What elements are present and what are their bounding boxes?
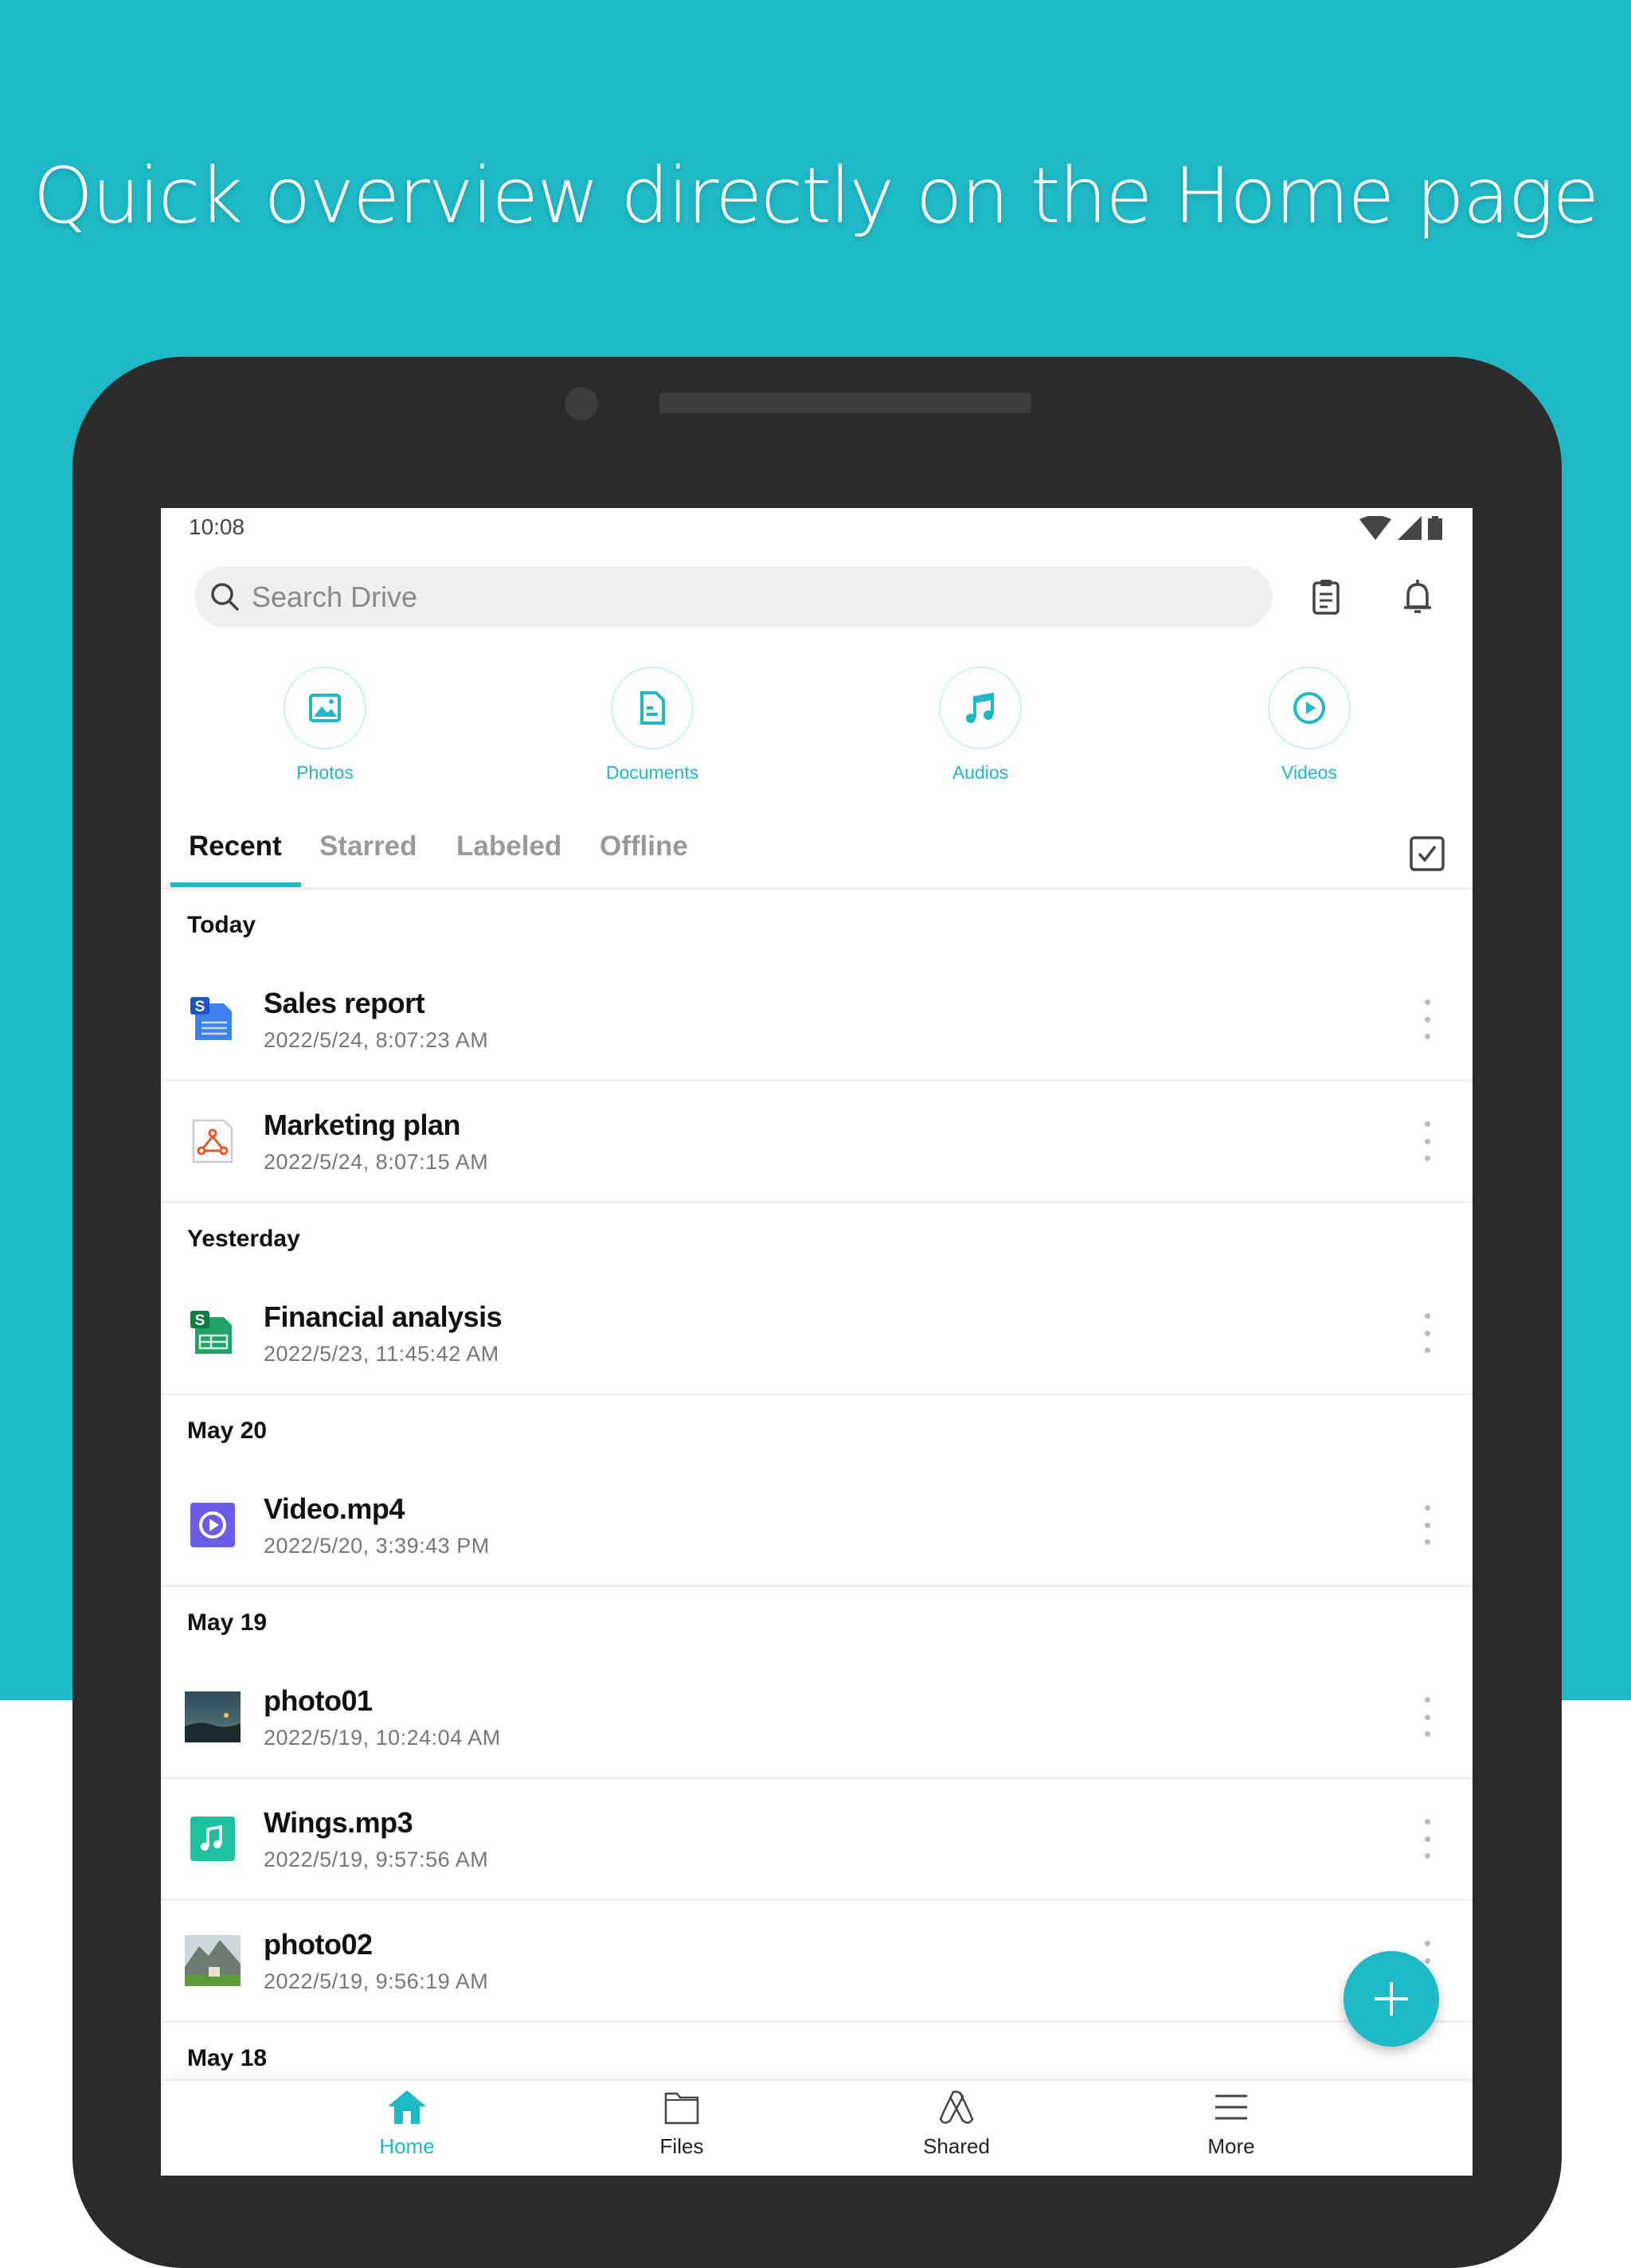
file-name: Sales report [264, 986, 425, 1019]
status-time: 10:08 [189, 514, 245, 539]
tab-recent[interactable]: Recent [189, 831, 282, 862]
category-label: Audios [952, 762, 1009, 783]
file-type-icon [185, 1500, 241, 1550]
nav-shared[interactable]: Shared [877, 2089, 1036, 2159]
file-type-icon: S [185, 1308, 241, 1359]
wifi-icon [1359, 516, 1391, 540]
menu-icon [1215, 2094, 1247, 2120]
tab-starred[interactable]: Starred [319, 831, 417, 862]
file-date: 2022/5/23, 11:45:42 AM [264, 1341, 499, 1366]
file-name: Financial analysis [264, 1300, 503, 1333]
video-file-icon [190, 1503, 235, 1547]
more-options-icon[interactable] [1415, 1697, 1439, 1737]
category-photos[interactable]: Photos [229, 667, 420, 784]
file-row[interactable]: Wings.mp3 2022/5/19, 9:57:56 AM [161, 1779, 1473, 1901]
tab-labeled[interactable]: Labeled [456, 831, 561, 862]
nav-home[interactable]: Home [327, 2089, 487, 2159]
file-date: 2022/5/20, 3:39:43 PM [264, 1533, 490, 1558]
file-date: 2022/5/24, 8:07:23 AM [264, 1027, 489, 1052]
search-input[interactable]: Search Drive [194, 566, 1273, 628]
recent-file-list: Today S Sales report 2022/5/24, 8:07:23 AM M… [161, 890, 1473, 2093]
battery-icon [1428, 516, 1442, 540]
more-options-icon[interactable] [1415, 1313, 1439, 1353]
nav-more[interactable]: More [1152, 2089, 1311, 2159]
bell-icon[interactable] [1397, 577, 1438, 618]
clipboard-icon[interactable] [1305, 577, 1347, 618]
document-icon [640, 691, 665, 725]
category-label: Photos [296, 762, 354, 783]
date-group-header: Yesterday [187, 1226, 300, 1252]
more-options-icon[interactable] [1415, 1505, 1439, 1545]
category-label: Videos [1281, 762, 1337, 783]
tab-offline[interactable]: Offline [600, 831, 688, 862]
file-name: photo01 [264, 1683, 373, 1717]
more-options-icon[interactable] [1415, 1819, 1439, 1859]
sheet-file-icon: S [190, 1311, 232, 1354]
date-group-header: May 20 [187, 1418, 268, 1444]
search-placeholder: Search Drive [252, 580, 418, 613]
shared-icon [939, 2090, 974, 2124]
file-row[interactable]: photo01 2022/5/19, 10:24:04 AM [161, 1657, 1473, 1779]
camera [565, 387, 598, 420]
svg-text:S: S [195, 999, 205, 1015]
search-icon [211, 582, 240, 611]
file-name: Video.mp4 [264, 1492, 405, 1525]
file-row[interactable]: photo02 2022/5/19, 9:56:19 AM [161, 1901, 1473, 2023]
nav-files[interactable]: Files [602, 2089, 761, 2159]
doc-file-icon: S [190, 997, 232, 1040]
file-type-icon [185, 1116, 241, 1167]
file-name: Marketing plan [264, 1108, 461, 1141]
file-name: Wings.mp3 [264, 1805, 413, 1839]
file-type-icon [185, 1691, 241, 1742]
file-type-icon [185, 1935, 241, 1986]
audio-file-icon [190, 1816, 235, 1861]
file-type-icon: S [185, 994, 241, 1045]
photo-thumbnail [185, 1691, 241, 1742]
select-checkbox-icon[interactable] [1409, 835, 1445, 872]
file-row[interactable]: S Financial analysis 2022/5/23, 11:45:42 A… [161, 1273, 1473, 1395]
category-documents[interactable]: Documents [557, 667, 748, 784]
plus-icon [1375, 1982, 1408, 2016]
pdf-file-icon [192, 1119, 233, 1163]
category-audios[interactable]: Audios [885, 667, 1076, 784]
play-icon [1293, 692, 1325, 724]
folder-icon [664, 2092, 699, 2125]
category-videos[interactable]: Videos [1214, 667, 1405, 784]
file-name: photo02 [264, 1927, 373, 1961]
more-options-icon[interactable] [1415, 1121, 1439, 1161]
signal-icon [1398, 516, 1422, 540]
image-icon [309, 694, 341, 722]
status-icons [1359, 516, 1442, 540]
date-group-header: May 19 [187, 1609, 268, 1636]
file-row[interactable]: S Sales report 2022/5/24, 8:07:23 AM [161, 960, 1473, 1081]
file-type-icon [185, 1813, 241, 1864]
file-date: 2022/5/19, 10:24:04 AM [264, 1725, 501, 1750]
date-group-header: Today [187, 912, 256, 938]
speaker [659, 393, 1031, 413]
category-label: Documents [605, 762, 699, 783]
music-icon [966, 692, 994, 723]
file-date: 2022/5/19, 9:57:56 AM [264, 1847, 489, 1871]
headline: Quick overview directly on the Home page [33, 151, 1600, 240]
add-button[interactable] [1344, 1951, 1439, 2047]
file-date: 2022/5/19, 9:56:19 AM [264, 1969, 489, 1993]
file-row[interactable]: Marketing plan 2022/5/24, 8:07:15 AM [161, 1081, 1473, 1203]
svg-text:S: S [195, 1312, 205, 1329]
file-row[interactable]: Video.mp4 2022/5/20, 3:39:43 PM [161, 1465, 1473, 1587]
home-icon [388, 2090, 426, 2124]
more-options-icon[interactable] [1415, 999, 1439, 1039]
bottom-navigation: Home Files Shared More [161, 2079, 1473, 2176]
photo-thumbnail [185, 1935, 241, 1986]
file-date: 2022/5/24, 8:07:15 AM [264, 1149, 489, 1174]
app-screen: 10:08 Search Drive Photos Documents Audi… [161, 508, 1473, 2176]
